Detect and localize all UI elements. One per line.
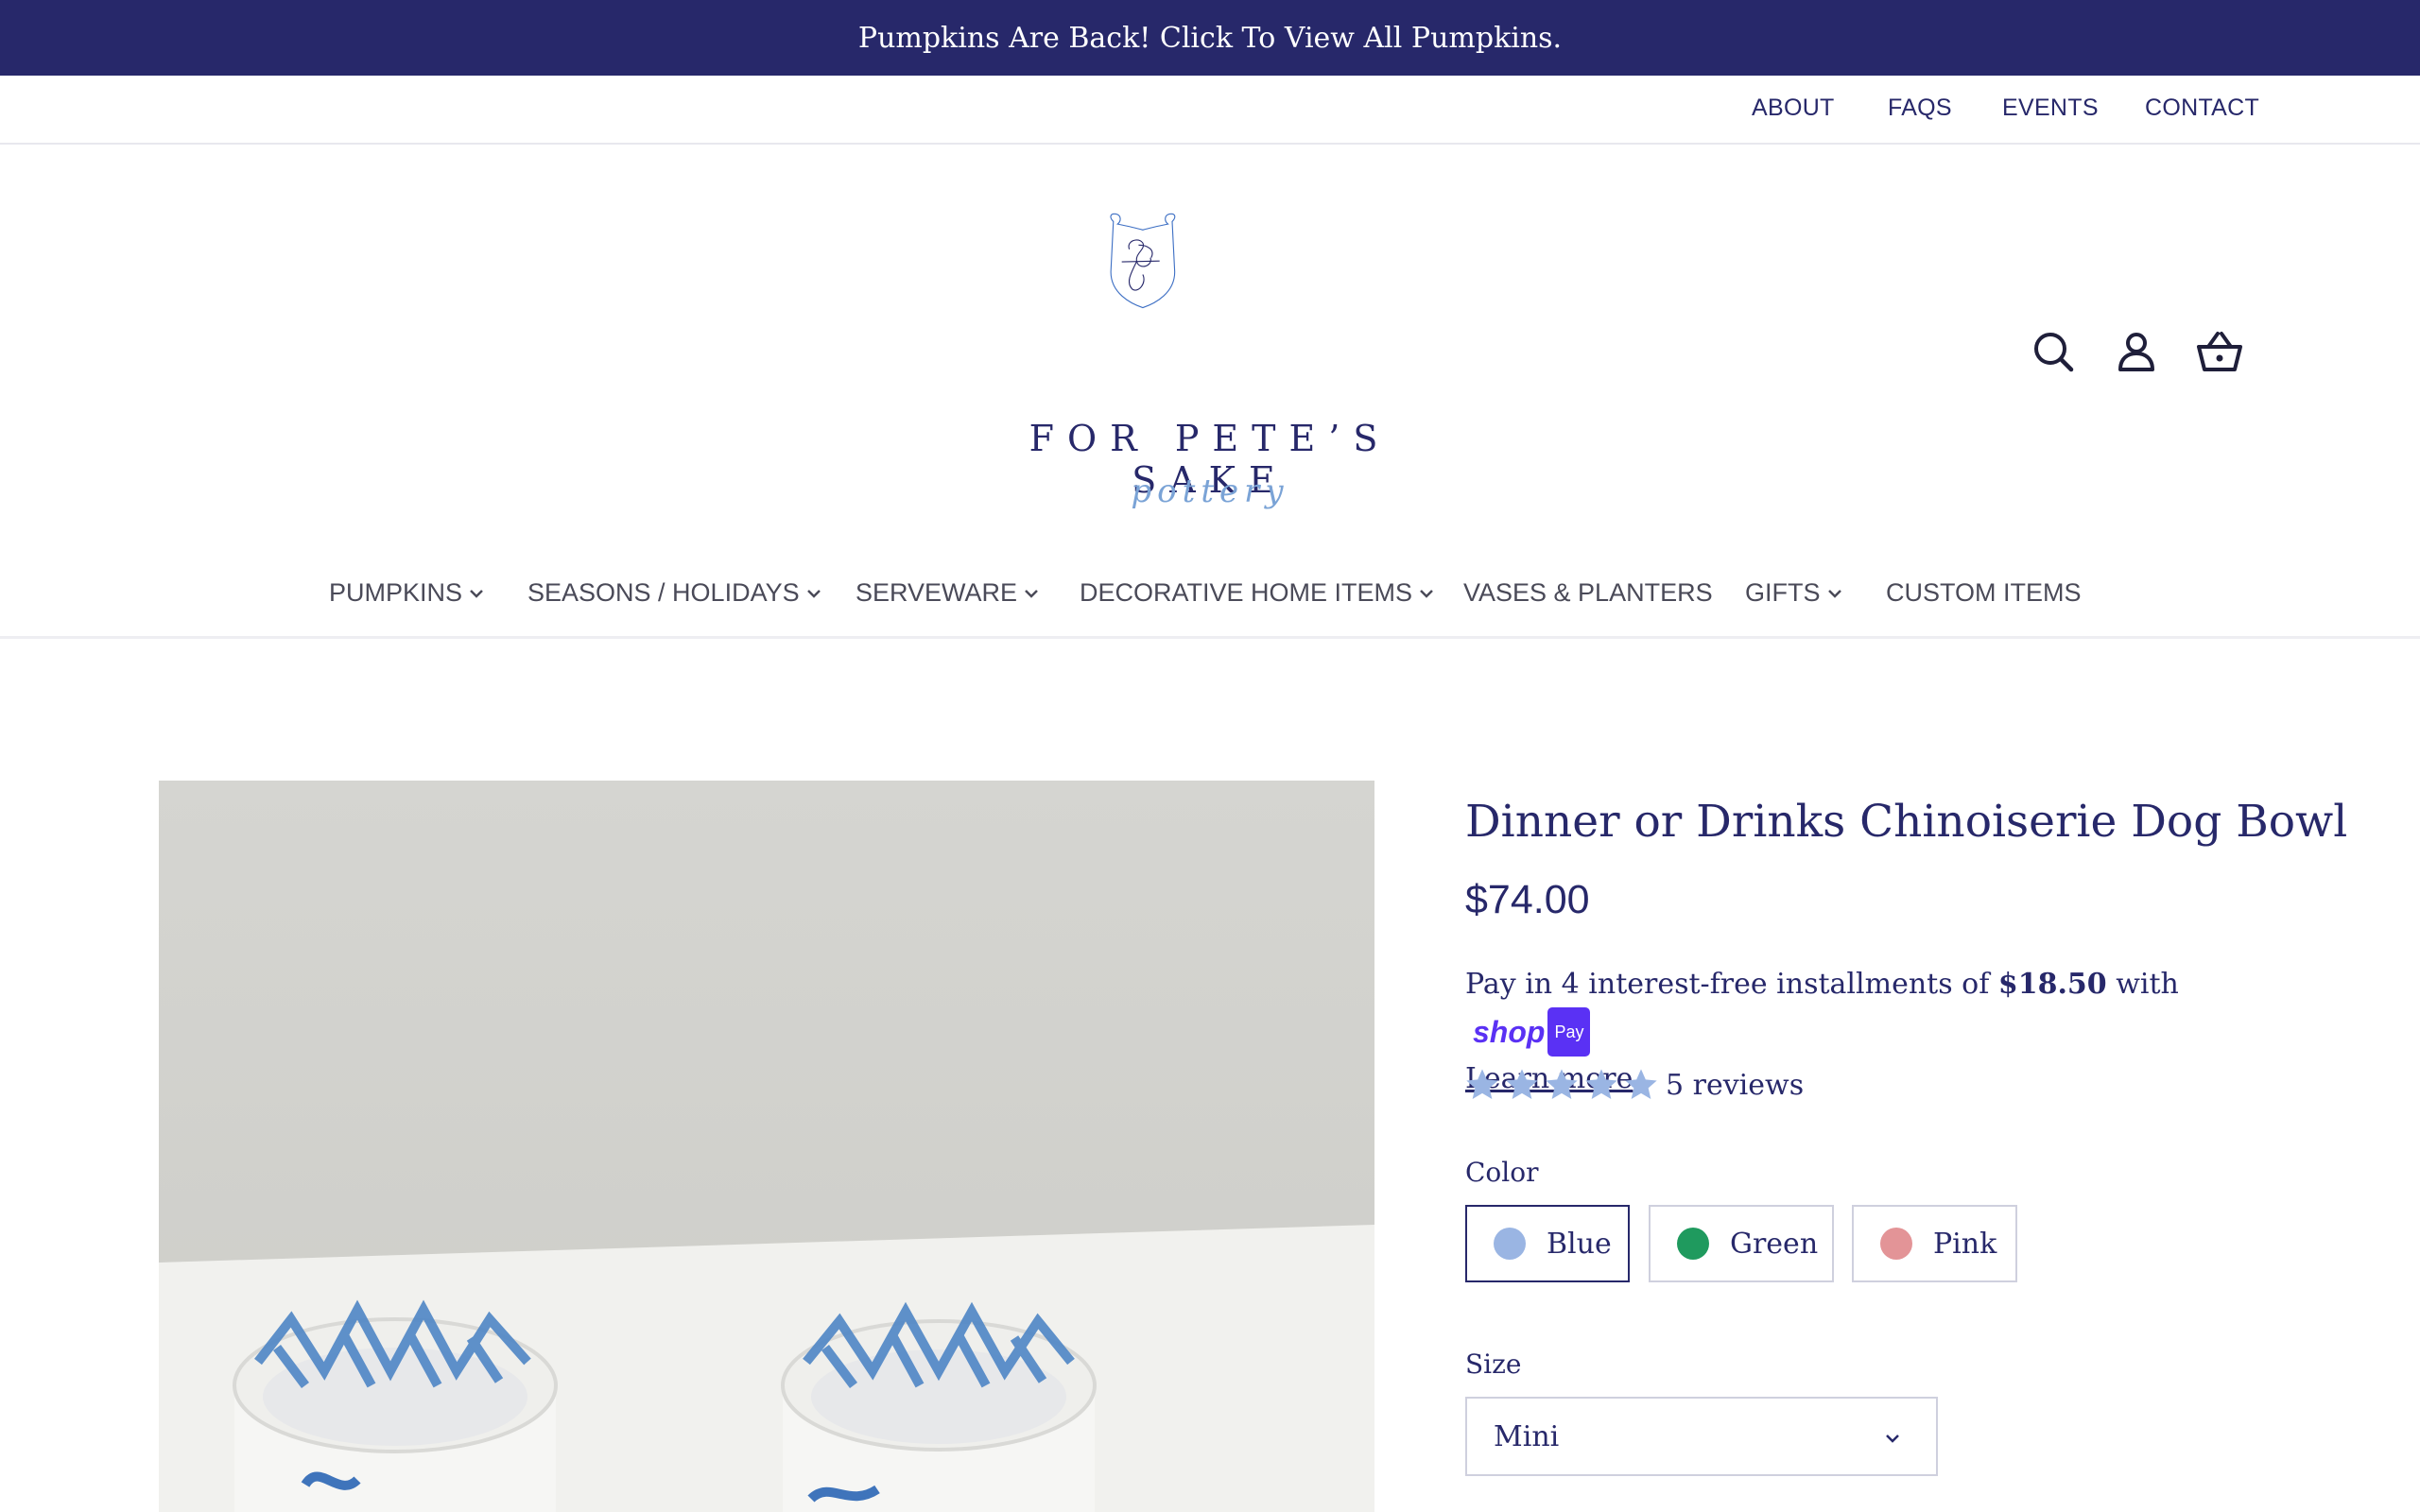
color-dot [1494, 1228, 1526, 1260]
chevron-down-icon [1827, 589, 1841, 598]
installment-amount: $18.50 [1997, 968, 2107, 1001]
nav-item-seasons-holidays[interactable]: SEASONS / HOLIDAYS [527, 578, 822, 608]
color-dot [1677, 1228, 1709, 1260]
chevron-down-icon [1420, 589, 1433, 598]
product-image[interactable] [159, 781, 1374, 1512]
nav-item-custom-items[interactable]: CUSTOM ITEMS [1886, 578, 2082, 608]
color-option-label: Pink [1933, 1227, 1997, 1261]
reviews-count[interactable]: 5 reviews [1666, 1069, 1804, 1102]
chevron-down-icon [806, 589, 821, 598]
nav-link-faqs[interactable]: FAQS [1888, 94, 1952, 122]
shop-word: shop [1473, 1015, 1546, 1049]
announcement-bar[interactable]: Pumpkins Are Back! Click To View All Pum… [0, 0, 2420, 76]
announcement-text[interactable]: Pumpkins Are Back! Click To View All Pum… [858, 22, 1562, 55]
nav-item-label: DECORATIVE HOME ITEMS [1080, 578, 1413, 607]
installments-prefix: Pay in 4 interest-free installments of [1465, 968, 1990, 1001]
color-option-green[interactable]: Green [1649, 1205, 1834, 1282]
nav-item-label: SEASONS / HOLIDAYS [527, 578, 800, 607]
star-icon [1506, 1069, 1538, 1099]
chevron-down-icon [470, 589, 483, 598]
nav-item-label: PUMPKINS [329, 578, 463, 607]
shop-pay-badge: Pay [1547, 1007, 1591, 1057]
color-option-label: Blue [1547, 1227, 1612, 1261]
star-icon [1625, 1069, 1657, 1099]
color-option-blue[interactable]: Blue [1465, 1205, 1630, 1282]
nav-item-pumpkins[interactable]: PUMPKINS [329, 578, 485, 608]
star-icon [1466, 1069, 1498, 1099]
brand-subtitle: pottery [1131, 472, 1289, 510]
nav-link-events[interactable]: EVENTS [2002, 94, 2099, 122]
size-select[interactable]: Mini [1465, 1397, 1938, 1476]
product-rating[interactable]: 5 reviews [1463, 1066, 1804, 1104]
search-icon[interactable] [2028, 326, 2081, 379]
cart-basket-icon[interactable] [2193, 326, 2246, 379]
brand-logo[interactable] [1097, 176, 1323, 403]
nav-item-label: VASES & PLANTERS [1463, 578, 1713, 607]
nav-item-label: SERVEWARE [856, 578, 1018, 607]
account-icon[interactable] [2110, 326, 2163, 379]
nav-item-gifts[interactable]: GIFTS [1745, 578, 1843, 608]
color-dot [1880, 1228, 1912, 1260]
nav-item-serveware[interactable]: SERVEWARE [856, 578, 1040, 608]
color-option-pink[interactable]: Pink [1852, 1205, 2017, 1282]
nav-link-about[interactable]: ABOUT [1752, 94, 1835, 122]
installments-with: with [2116, 968, 2179, 1001]
utility-nav: ABOUT FAQS EVENTS CONTACT [0, 76, 2420, 145]
nav-item-label: GIFTS [1745, 578, 1821, 607]
dog-bowls-photo [159, 781, 1374, 1512]
nav-item-decorative-home-items[interactable]: DECORATIVE HOME ITEMS [1080, 578, 1435, 608]
nav-item-vases-planters[interactable]: VASES & PLANTERS [1463, 578, 1713, 608]
star-icon [1585, 1069, 1617, 1099]
main-nav: PUMPKINS SEASONS / HOLIDAYS SERVEWARE DE… [0, 567, 2420, 639]
nav-item-label: CUSTOM ITEMS [1886, 578, 2082, 607]
chevron-down-icon [1886, 1435, 1899, 1443]
star-icon [1546, 1069, 1578, 1099]
shop-pay-logo: shop Pay [1473, 1007, 1591, 1057]
nav-link-contact[interactable]: CONTACT [2145, 94, 2259, 122]
size-label: Size [1465, 1349, 1522, 1380]
color-label: Color [1465, 1157, 1539, 1188]
chevron-down-icon [1025, 589, 1038, 598]
size-selected-value: Mini [1494, 1419, 1560, 1453]
product-price: $74.00 [1465, 877, 1590, 922]
product-title: Dinner or Drinks Chinoiserie Dog Bowl [1465, 796, 2348, 848]
color-option-label: Green [1730, 1227, 1819, 1261]
